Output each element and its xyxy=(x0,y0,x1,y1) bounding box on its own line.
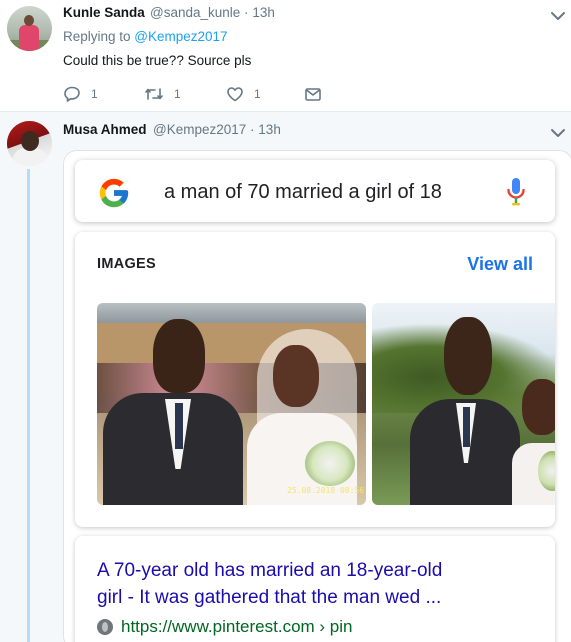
separator-dot: · xyxy=(244,5,249,20)
direct-message-button[interactable] xyxy=(304,84,322,104)
retweet-button[interactable]: 1 xyxy=(144,84,181,104)
images-panel: IMAGES View all 25.08.2018 08:56 xyxy=(75,232,555,527)
avatar-kunle-sanda[interactable] xyxy=(7,6,52,51)
wedding-photo-2 xyxy=(372,303,555,505)
reply-count: 1 xyxy=(91,87,98,101)
photo-date-stamp: 25.08.2018 08:56 xyxy=(287,486,365,495)
search-result-title-line-2: girl - It was gathered that the man wed … xyxy=(97,587,442,608)
images-heading: IMAGES xyxy=(97,256,156,272)
author-handle-time: @Kempez2017 · 13h xyxy=(153,122,281,137)
replying-to-mention[interactable]: @Kempez2017 xyxy=(134,29,227,44)
heart-icon xyxy=(227,87,243,102)
search-result-panel: A 70-year old has married an 18-year-old… xyxy=(75,536,555,642)
photo-groom-tie xyxy=(463,407,470,447)
photo-bouquet xyxy=(305,441,355,486)
avatar-musa-ahmed[interactable] xyxy=(7,121,52,166)
view-all-link: View all xyxy=(467,254,533,274)
main-tweet[interactable]: Musa Ahmed @Kempez2017 · 13h a man of 70… xyxy=(0,112,571,642)
tweet-time[interactable]: 13h xyxy=(258,122,281,137)
replying-to-line: Replying to @Kempez2017 xyxy=(63,29,228,44)
photo-bride-head xyxy=(273,345,319,407)
photo-groom-head xyxy=(153,319,205,393)
photo-bride-head xyxy=(522,379,555,435)
thread-connector-line xyxy=(27,169,30,642)
search-result-url: https://www.pinterest.com › pin xyxy=(97,617,352,637)
like-count: 1 xyxy=(254,87,261,101)
author-handle[interactable]: @sanda_kunle xyxy=(150,5,240,20)
author-name[interactable]: Kunle Sanda xyxy=(63,5,145,20)
google-search-bar: a man of 70 married a girl of 18 xyxy=(75,160,555,222)
search-result-title: A 70-year old has married an 18-year-old… xyxy=(97,557,537,611)
avatar-figure-head xyxy=(21,131,39,151)
like-button[interactable]: 1 xyxy=(226,84,261,104)
photo-groom-tie xyxy=(175,403,183,449)
search-result-title-line-1: A 70-year old has married an 18-year-old xyxy=(97,560,443,581)
tweet-attached-image[interactable]: a man of 70 married a girl of 18 IMAGES … xyxy=(63,150,571,642)
reply-bubble-icon xyxy=(64,86,80,102)
photo-roof xyxy=(97,303,366,323)
retweet-count: 1 xyxy=(174,87,181,101)
photo-groom-head xyxy=(444,317,492,395)
avatar-figure-shirt xyxy=(19,25,39,51)
reply-button[interactable]: 1 xyxy=(63,84,98,104)
search-result-url-text: https://www.pinterest.com › pin xyxy=(121,617,353,636)
chevron-down-icon[interactable] xyxy=(549,126,567,140)
google-g-logo xyxy=(99,178,129,208)
tweet-actions: 1 1 1 xyxy=(63,84,363,104)
author-name[interactable]: Musa Ahmed xyxy=(63,122,147,137)
retweet-icon xyxy=(145,88,163,100)
tweet-text: Could this be true?? Source pls xyxy=(63,53,252,68)
globe-icon xyxy=(97,619,113,635)
author-handle-time: @sanda_kunle · 13h xyxy=(150,5,275,20)
reply-tweet[interactable]: Kunle Sanda @sanda_kunle · 13h Replying … xyxy=(0,0,571,112)
search-query-text: a man of 70 married a girl of 18 xyxy=(164,181,442,203)
separator-dot: · xyxy=(250,122,255,137)
microphone-icon xyxy=(507,178,525,206)
chevron-down-icon[interactable] xyxy=(549,9,567,23)
avatar-figure-head xyxy=(24,15,34,26)
tweet-time[interactable]: 13h xyxy=(252,5,275,20)
author-handle[interactable]: @Kempez2017 xyxy=(153,122,246,137)
wedding-photo-1: 25.08.2018 08:56 xyxy=(97,303,366,505)
envelope-icon xyxy=(305,88,321,101)
replying-prefix: Replying to xyxy=(63,29,135,44)
